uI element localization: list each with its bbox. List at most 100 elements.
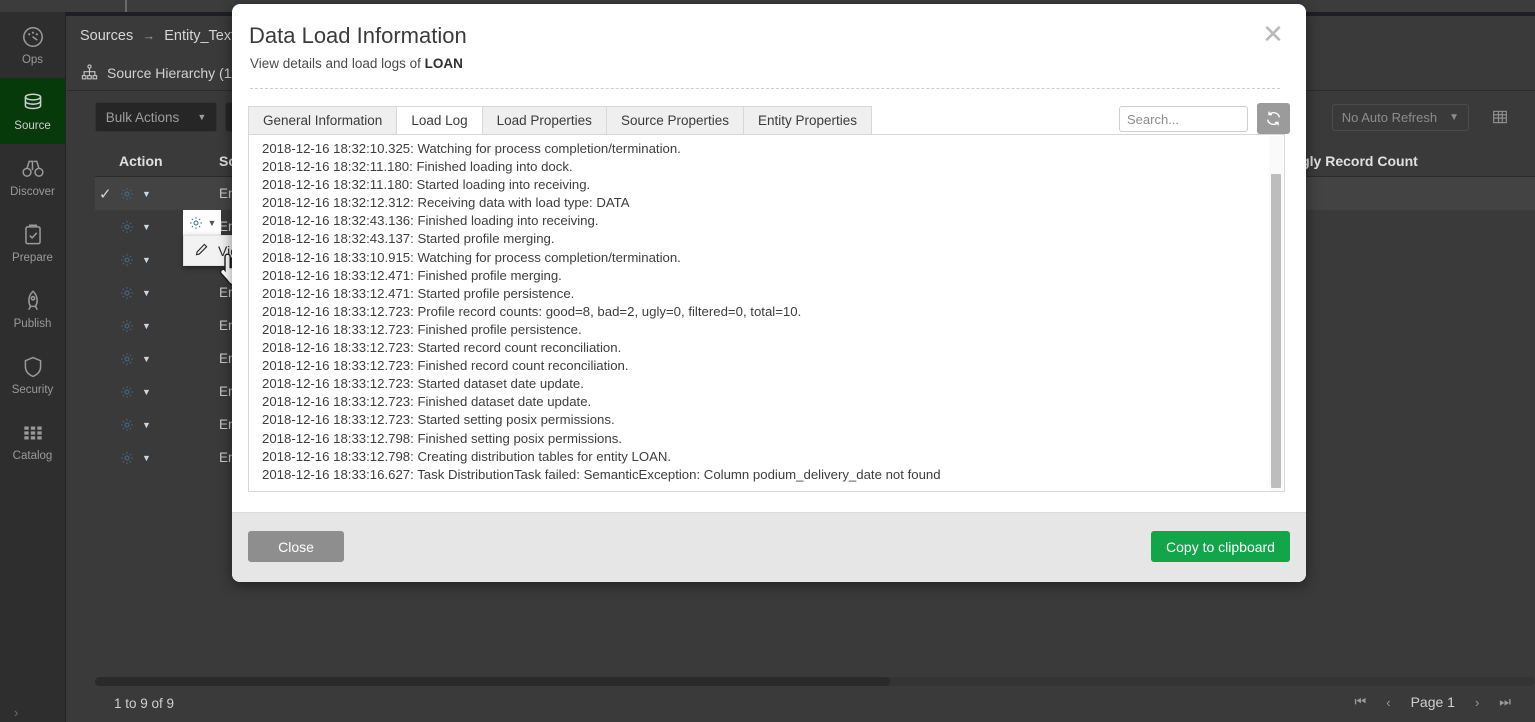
gear-icon — [121, 352, 133, 365]
log-line: 2018-12-16 18:33:12.723: Started setting… — [262, 412, 615, 428]
clipboard-check-icon — [20, 222, 46, 248]
row-actions-gear-button[interactable]: ▼ — [119, 243, 151, 276]
log-line: 2018-12-16 18:33:12.723: Started dataset… — [262, 376, 584, 392]
log-line: 2018-12-16 18:33:12.723: Finished record… — [262, 358, 629, 374]
log-line: 2018-12-16 18:32:11.180: Started loading… — [262, 177, 591, 193]
gear-icon — [189, 216, 202, 229]
sidebar-item-label: Security — [11, 384, 54, 396]
gear-icon — [121, 319, 133, 332]
left-sidebar: Ops Source Discover Prepare Publish Secu… — [0, 12, 66, 722]
gear-icon — [121, 286, 133, 299]
column-chooser-button[interactable] — [1487, 104, 1513, 130]
refresh-button[interactable] — [1257, 103, 1290, 134]
bulk-actions-label: Bulk Actions — [105, 109, 180, 125]
record-count-label: 1 to 9 of 9 — [114, 696, 175, 711]
sidebar-item-security[interactable]: Security — [0, 342, 65, 408]
sidebar-item-discover[interactable]: Discover — [0, 144, 65, 210]
dialog-subtitle-entity: LOAN — [424, 56, 463, 71]
log-scrollbar-thumb[interactable] — [1271, 174, 1281, 488]
auto-refresh-label: No Auto Refresh — [1341, 110, 1438, 125]
log-line: 2018-12-16 18:32:43.136: Finished loadin… — [262, 213, 599, 229]
data-load-information-dialog: Data Load Information View details and l… — [232, 4, 1306, 582]
last-page-button[interactable]: ⏭ — [1499, 694, 1511, 710]
log-line: 2018-12-16 18:33:12.723: Finished profil… — [262, 321, 582, 337]
sidebar-item-publish[interactable]: Publish — [0, 276, 65, 342]
row-actions-gear-button[interactable]: ▼ — [183, 210, 221, 235]
breadcrumb-arrow-icon: → — [142, 28, 156, 43]
row-check-icon[interactable]: ✓ — [99, 177, 112, 210]
dialog-tabs: General Information Load Log Load Proper… — [248, 106, 873, 135]
chevron-down-icon: ▼ — [142, 386, 151, 397]
chevron-down-icon: ▼ — [142, 452, 151, 463]
next-page-button[interactable]: › — [1475, 695, 1479, 710]
prev-page-button[interactable]: ‹ — [1386, 695, 1390, 710]
close-icon[interactable]: ✕ — [1260, 21, 1286, 47]
row-actions-gear-button[interactable]: ▼ — [119, 408, 151, 441]
grid-icon — [20, 420, 46, 446]
sidebar-item-source[interactable]: Source — [0, 78, 65, 144]
log-line: 2018-12-16 18:33:12.798: Finished settin… — [262, 430, 622, 446]
source-hierarchy-label: Source Hierarchy (11) — [107, 64, 243, 81]
log-line: 2018-12-16 18:33:12.723: Finished datase… — [262, 394, 592, 410]
column-header-action[interactable]: Action — [119, 144, 163, 177]
column-header-ugly-record-count[interactable]: Ugly Record Count — [1291, 144, 1418, 177]
close-button[interactable]: Close — [248, 531, 344, 562]
chevron-down-icon: ▼ — [142, 419, 151, 430]
row-actions-gear-button[interactable]: ▼ — [119, 276, 151, 309]
log-line: 2018-12-16 18:33:10.915: Watching for pr… — [262, 249, 681, 265]
row-actions-gear-button[interactable]: ▼ — [119, 342, 151, 375]
sidebar-item-label: Ops — [21, 54, 44, 66]
dialog-divider — [250, 88, 1280, 89]
page-number-label: Page 1 — [1410, 694, 1455, 710]
sidebar-collapse-toggle[interactable]: › — [14, 705, 18, 720]
first-page-button[interactable]: ⏮ — [1355, 694, 1367, 710]
horizontal-scrollbar[interactable] — [95, 677, 1535, 686]
chevron-down-icon: ▼ — [142, 221, 151, 232]
tab-load-log[interactable]: Load Log — [396, 106, 482, 135]
sidebar-item-label: Prepare — [12, 252, 53, 264]
dialog-footer: Close Copy to clipboard — [232, 512, 1306, 582]
sidebar-item-ops[interactable]: Ops — [0, 12, 65, 78]
search-input[interactable]: Search... — [1119, 106, 1248, 132]
log-line: 2018-12-16 18:33:12.798: Creating distri… — [262, 448, 672, 464]
tab-entity-properties[interactable]: Entity Properties — [743, 106, 873, 135]
breadcrumb-root[interactable]: Sources — [80, 28, 133, 44]
row-actions-gear-button[interactable]: ▼ — [119, 441, 151, 474]
log-line: 2018-12-16 18:33:12.471: Finished profil… — [262, 267, 562, 283]
copy-to-clipboard-button[interactable]: Copy to clipboard — [1151, 531, 1290, 562]
load-log-panel[interactable]: 2018-12-16 18:32:10.325: Watching for pr… — [248, 134, 1285, 492]
sidebar-item-catalog[interactable]: Catalog — [0, 408, 65, 474]
dialog-title: Data Load Information — [249, 23, 467, 48]
row-actions-gear-button[interactable]: ▼ — [119, 177, 151, 210]
horizontal-scrollbar-thumb[interactable] — [95, 677, 890, 686]
row-actions-gear-button[interactable]: ▼ — [119, 375, 151, 408]
chevron-down-icon: ▼ — [207, 217, 217, 228]
table-grid-icon — [1493, 110, 1507, 124]
gear-icon — [121, 187, 133, 200]
chevron-down-icon: ▼ — [1449, 112, 1459, 123]
auto-refresh-select[interactable]: No Auto Refresh ▼ — [1331, 104, 1469, 131]
gear-icon — [121, 220, 133, 233]
sidebar-item-label: Source — [14, 120, 51, 132]
gear-icon — [121, 253, 133, 266]
log-line: 2018-12-16 18:33:12.471: Started profile… — [262, 285, 575, 301]
hierarchy-icon — [80, 63, 99, 82]
search-placeholder: Search... — [1127, 111, 1180, 127]
bulk-actions-button[interactable]: Bulk Actions ▼ — [95, 102, 217, 132]
gear-icon — [121, 418, 133, 431]
log-line: 2018-12-16 18:32:12.312: Receiving data … — [262, 195, 630, 211]
tab-general-information[interactable]: General Information — [248, 106, 397, 135]
pencil-icon — [194, 242, 209, 260]
database-icon — [20, 90, 46, 116]
log-vertical-scrollbar[interactable] — [1269, 136, 1283, 491]
log-line: 2018-12-16 18:33:12.723: Profile record … — [262, 303, 802, 319]
dialog-subtitle: View details and load logs of LOAN — [250, 56, 463, 71]
refresh-icon — [1266, 111, 1281, 126]
row-actions-gear-button[interactable]: ▼ — [119, 309, 151, 342]
log-line: 2018-12-16 18:32:43.137: Started profile… — [262, 231, 555, 247]
row-actions-gear-button[interactable]: ▼ — [119, 210, 151, 243]
tab-source-properties[interactable]: Source Properties — [605, 106, 743, 135]
tab-load-properties[interactable]: Load Properties — [481, 106, 606, 135]
sidebar-item-prepare[interactable]: Prepare — [0, 210, 65, 276]
load-log-lines: 2018-12-16 18:32:10.325: Watching for pr… — [262, 140, 1254, 484]
